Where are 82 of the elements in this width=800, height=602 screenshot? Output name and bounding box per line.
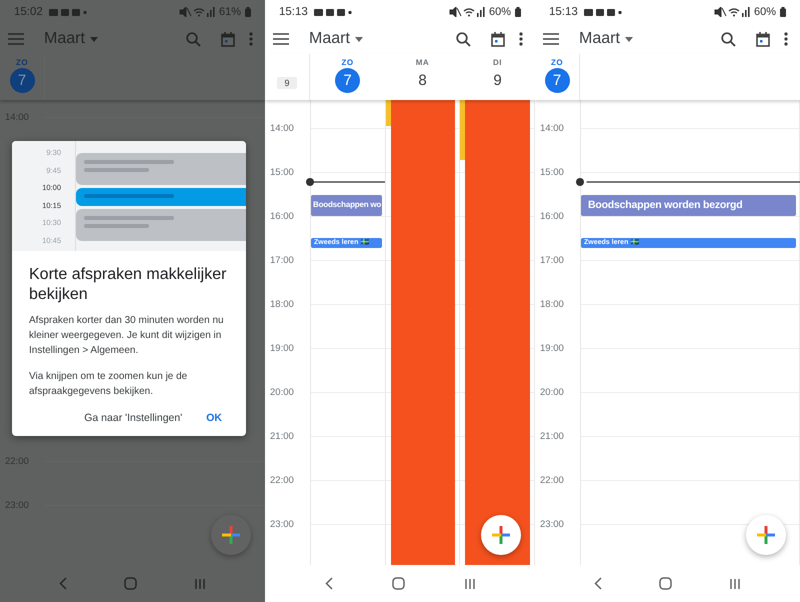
event-marker[interactable]: [460, 100, 466, 160]
calendar-icon[interactable]: [491, 32, 505, 46]
hour-label: 22:00: [540, 474, 564, 487]
dialog-title: Korte afspraken makkelijker bekijken: [29, 265, 228, 305]
more-options-icon[interactable]: [784, 32, 788, 46]
day-number[interactable]: 7: [335, 68, 360, 93]
day-number[interactable]: 7: [544, 68, 570, 93]
notification-icons: [48, 8, 87, 16]
back-icon[interactable]: [58, 577, 67, 590]
event-chip[interactable]: Boodschappen worden bezorgd: [581, 195, 796, 216]
caret-icon: [624, 36, 633, 42]
status-time: 15:02: [14, 6, 43, 18]
current-time-dot: [576, 178, 584, 186]
dialog-text: Afspraken korter dan 30 minuten worden nu kleiner weergegeven. Je kunt dit wijzigen in Instellingen > Algemeen.: [29, 314, 225, 358]
status-time: 15:13: [279, 6, 308, 18]
hour-label: 14:00: [540, 122, 564, 135]
search-icon[interactable]: [456, 32, 471, 46]
hour-label: 14:00: [270, 122, 294, 135]
hour-label: 17:00: [540, 254, 564, 267]
day-number[interactable]: 9: [485, 68, 510, 93]
month-dropdown[interactable]: Maart: [42, 30, 100, 48]
menu-icon[interactable]: [543, 33, 559, 45]
battery-icon: [515, 7, 521, 17]
add-button[interactable]: [481, 515, 521, 555]
calendar-icon[interactable]: [756, 32, 770, 46]
battery-percentage: 60%: [488, 6, 511, 18]
weekday-label: MA: [416, 57, 430, 68]
home-icon[interactable]: [124, 577, 137, 590]
hour-label: 23:00: [540, 518, 564, 531]
weekday-label: ZO: [16, 57, 28, 68]
status-time: 15:13: [549, 6, 578, 18]
search-icon[interactable]: [721, 32, 736, 46]
caret-icon: [90, 36, 98, 42]
mute-wifi-signal-icons: [448, 7, 485, 17]
hour-label: 17:00: [270, 254, 294, 267]
hour-label: 15:00: [540, 166, 564, 179]
weekday-label: ZO: [341, 57, 354, 68]
dialog-button[interactable]: OK: [198, 408, 230, 428]
event-chip[interactable]: Boodschappen wo: [311, 195, 382, 216]
mute-wifi-signal-icons: [178, 7, 215, 17]
week-number: 9: [277, 77, 296, 89]
day-number[interactable]: 8: [410, 68, 435, 93]
hour-label: 18:00: [270, 298, 294, 311]
hour-label: 16:00: [540, 210, 564, 223]
dialog-button[interactable]: Ga naar 'Instellingen': [72, 408, 194, 428]
hour-label: 23:00: [270, 518, 294, 531]
hour-label: 19:00: [540, 342, 564, 355]
month-dropdown[interactable]: Maart: [577, 30, 635, 48]
home-icon[interactable]: [392, 577, 404, 590]
recent-apps-icon[interactable]: [729, 578, 742, 590]
dialog-text: Via knijpen om te zoomen kun je de afspraakgegevens bekijken.: [29, 370, 188, 399]
hour-label: 18:00: [540, 298, 564, 311]
day-number[interactable]: 7: [10, 68, 34, 93]
recent-apps-icon[interactable]: [194, 578, 206, 590]
back-icon[interactable]: [324, 577, 332, 590]
event-block[interactable]: [465, 100, 530, 565]
hour-label: 20:00: [540, 386, 564, 399]
back-icon[interactable]: [594, 577, 602, 590]
menu-icon[interactable]: [273, 33, 289, 45]
hour-label: 16:00: [270, 210, 294, 223]
battery-percentage: 60%: [754, 6, 776, 18]
notification-icons: [314, 8, 352, 16]
hour-label: 22:00: [270, 474, 294, 487]
month-dropdown[interactable]: Maart: [307, 30, 365, 48]
event-marker[interactable]: [386, 100, 391, 126]
mute-wifi-signal-icons: [714, 7, 750, 17]
weekday-label: ZO: [550, 57, 564, 68]
battery-icon: [245, 7, 251, 17]
battery-icon: [780, 7, 786, 17]
battery-percentage: 61%: [218, 6, 241, 18]
more-options-icon[interactable]: [519, 32, 523, 46]
recent-apps-icon[interactable]: [464, 578, 476, 590]
hour-label: 20:00: [270, 386, 294, 399]
hour-label: 21:00: [270, 430, 294, 443]
current-time-dot: [306, 178, 314, 186]
notification-icons: [584, 8, 622, 16]
hour-label: 19:00: [270, 342, 294, 355]
hour-label: 21:00: [540, 430, 564, 443]
home-icon[interactable]: [658, 577, 672, 590]
hour-label: 15:00: [270, 166, 294, 179]
caret-icon: [354, 36, 363, 42]
weekday-label: DI: [493, 57, 502, 68]
